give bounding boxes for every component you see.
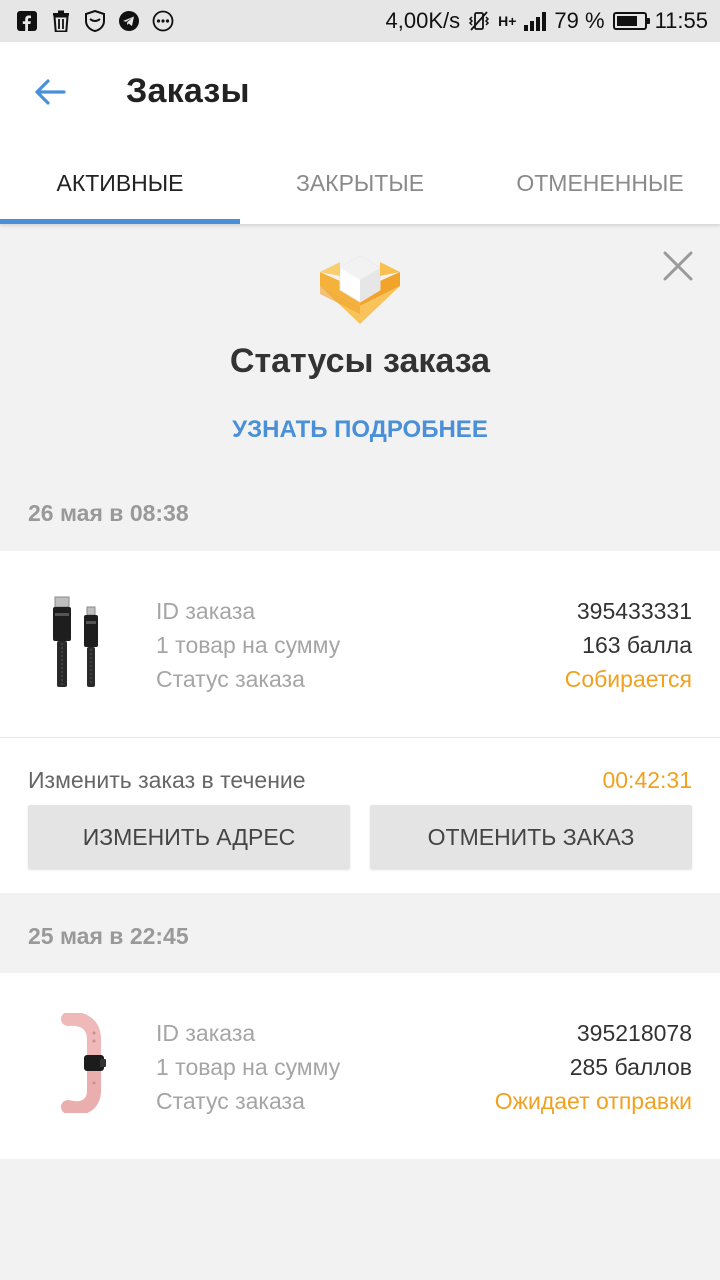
battery-fill — [616, 16, 638, 26]
order-card[interactable]: ID заказа 395218078 1 товар на сумму 285… — [0, 973, 720, 1159]
order-status-label: Статус заказа — [156, 1087, 305, 1114]
arrow-left-icon — [35, 79, 66, 105]
change-window-label: Изменить заказ в течение — [28, 767, 306, 793]
close-icon[interactable] — [660, 248, 696, 284]
change-window-timer: 00:42:31 — [602, 767, 692, 793]
notification-icons — [16, 10, 174, 32]
vibrate-mode-icon — [468, 10, 490, 32]
battery-icon — [612, 12, 650, 30]
order-sum-row: 1 товар на сумму 163 балла — [156, 628, 692, 662]
page-title: Заказы — [126, 72, 250, 110]
learn-more-link[interactable]: УЗНАТЬ ПОДРОБНЕЕ — [0, 416, 720, 444]
divider — [0, 737, 720, 738]
order-sum-value: 285 баллов — [569, 1053, 692, 1080]
order-tabs: АКТИВНЫЕ ЗАКРЫТЫЕ ОТМЕНЕННЫЕ — [0, 142, 720, 224]
box-icon — [318, 250, 402, 324]
banner-title: Статусы заказа — [229, 342, 491, 380]
order-date: 25 мая в 22:45 — [28, 923, 189, 949]
order-id-value: 395218078 — [576, 1019, 692, 1046]
order-status-label: Статус заказа — [156, 665, 305, 692]
telegram-icon — [118, 10, 140, 32]
change-window-row: Изменить заказ в течение 00:42:31 — [28, 767, 692, 794]
order-id-label: ID заказа — [156, 1019, 256, 1046]
product-image-usb-cable — [28, 591, 128, 691]
tab-active-orders[interactable]: АКТИВНЫЕ — [0, 142, 240, 224]
order-status-value: Собирается — [564, 665, 692, 692]
clock: 11:55 — [654, 8, 708, 33]
order-status-row: Статус заказа Ожидает отправки — [156, 1084, 692, 1118]
order-sum-row: 1 товар на сумму 285 баллов — [156, 1050, 692, 1084]
order-sum-label: 1 товар на сумму — [156, 1053, 341, 1080]
network-speed: 4,00K/s — [385, 8, 461, 33]
signal-icon — [524, 11, 547, 31]
trash-icon — [50, 10, 72, 32]
order-status-value: Ожидает отправки — [494, 1087, 692, 1114]
order-id-row: ID заказа 395433331 — [156, 594, 692, 628]
order-status-banner: Статусы заказа УЗНАТЬ ПОДРОБНЕЕ — [0, 226, 720, 476]
back-button[interactable] — [30, 72, 70, 112]
change-address-button[interactable]: ИЗМЕНИТЬ АДРЕС — [28, 805, 350, 869]
battery-percent: 79 % — [554, 8, 605, 33]
shield-icon — [84, 10, 106, 32]
cancel-order-button[interactable]: ОТМЕНИТЬ ЗАКАЗ — [370, 805, 692, 869]
tab-closed-orders[interactable]: ЗАКРЫТЫЕ — [240, 142, 480, 224]
product-image-watch-band — [28, 1013, 128, 1113]
order-sum-value: 163 балла — [582, 631, 692, 658]
order-id-label: ID заказа — [156, 597, 256, 624]
order-sum-label: 1 товар на сумму — [156, 631, 341, 658]
order-card[interactable]: ID заказа 395433331 1 товар на сумму 163… — [0, 551, 720, 893]
order-id-value: 395433331 — [576, 597, 692, 624]
status-bar: 4,00K/s H+ 79 % 11:55 — [0, 0, 720, 42]
order-status-row: Статус заказа Собирается — [156, 662, 692, 696]
order-date: 26 мая в 08:38 — [28, 500, 189, 526]
order-id-row: ID заказа 395218078 — [156, 1016, 692, 1050]
more-notifications-icon — [152, 10, 174, 32]
system-indicators: 4,00K/s H+ 79 % 11:55 — [386, 8, 708, 34]
tab-cancelled-orders[interactable]: ОТМЕНЕННЫЕ — [480, 142, 720, 224]
facebook-icon — [16, 10, 38, 32]
app-bar: Заказы — [0, 42, 720, 142]
network-type: H+ — [498, 13, 517, 29]
